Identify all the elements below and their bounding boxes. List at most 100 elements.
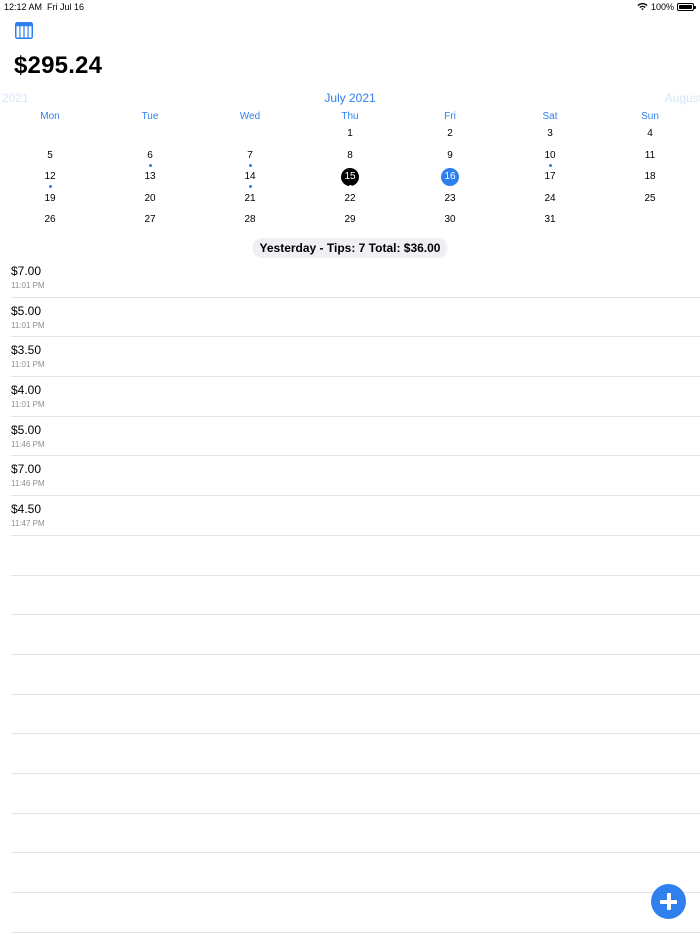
status-date: Fri Jul 16	[47, 2, 85, 12]
calendar-day[interactable]: 27	[100, 211, 200, 233]
calendar-day[interactable]: 13	[100, 168, 200, 190]
calendar-day[interactable]: 28	[200, 211, 300, 233]
calendar-day[interactable]: 18	[600, 168, 700, 190]
month-header: 2021 July 2021 August	[0, 91, 700, 105]
battery-percent: 100%	[650, 2, 674, 12]
calendar-day[interactable]: 10	[500, 147, 600, 169]
balance-total: $295.24	[14, 52, 103, 79]
tip-amount: $5.00	[11, 422, 42, 437]
day-number: 21	[244, 192, 256, 204]
day-number: 27	[144, 214, 156, 225]
calendar-week: 12 13 14 15 16 17 18	[0, 168, 700, 190]
tip-indicator-dot	[548, 163, 552, 167]
calendar-day[interactable]: 22	[300, 190, 400, 212]
day-number: 7	[247, 149, 253, 161]
day-number: 29	[344, 214, 356, 225]
day-number: 12	[44, 171, 56, 182]
day-number: 16	[441, 168, 459, 186]
calendar-day[interactable]: 20	[100, 190, 200, 212]
empty-row	[11, 576, 700, 616]
wifi-icon	[637, 3, 648, 11]
tip-time: 11:01 PM	[11, 400, 45, 410]
calendar-day[interactable]: 29	[300, 211, 400, 233]
weekday-label: Thu	[341, 111, 359, 122]
empty-row	[11, 734, 700, 774]
calendar-day[interactable]: 9	[400, 147, 500, 169]
day-number: 14	[244, 171, 256, 182]
empty-row	[11, 774, 700, 814]
weekday-label: Sat	[542, 111, 558, 122]
month-prev[interactable]: 2021	[2, 91, 29, 105]
calendar-week: 26 27 28 29 30 31	[0, 211, 700, 233]
day-number: 20	[144, 192, 156, 204]
calendar-day[interactable]: 16	[400, 168, 500, 190]
tip-row[interactable]: $3.50 11:01 PM	[11, 337, 700, 378]
calendar-empty-cell	[200, 125, 300, 147]
calendar-day[interactable]: 19	[0, 190, 100, 212]
calendar-day[interactable]: 7	[200, 147, 300, 169]
calendar-day[interactable]: 15	[300, 168, 400, 190]
calendar-day[interactable]: 26	[0, 211, 100, 233]
day-number: 1	[347, 128, 353, 139]
weekday-label: Tue	[141, 111, 159, 122]
tip-row[interactable]: $7.00 11:01 PM	[11, 258, 700, 298]
tip-row[interactable]: $7.00 11:46 PM	[11, 456, 700, 497]
calendar-day[interactable]: 1	[300, 125, 400, 147]
calendar-week: 5 6 7 8 9 10 11	[0, 147, 700, 169]
calendar-day[interactable]: 5	[0, 147, 100, 169]
calendar-day[interactable]: 4	[600, 125, 700, 147]
calendar-day[interactable]: 8	[300, 147, 400, 169]
day-number: 2	[447, 128, 453, 139]
weekday-row: Mon Tue Wed Thu Fri Sat Sun	[0, 111, 700, 122]
empty-row	[11, 655, 700, 695]
day-number: 25	[644, 192, 656, 204]
status-time: 12:12 AM	[4, 2, 43, 12]
calendar-icon[interactable]	[15, 22, 33, 39]
calendar-day[interactable]: 6	[100, 147, 200, 169]
day-number: 3	[547, 128, 553, 139]
day-number: 24	[544, 192, 556, 204]
calendar-day[interactable]: 21	[200, 190, 300, 212]
month-next[interactable]: August	[665, 91, 700, 105]
calendar-day[interactable]: 23	[400, 190, 500, 212]
tip-time: 11:01 PM	[11, 320, 45, 330]
calendar-day[interactable]: 30	[400, 211, 500, 233]
day-number: 19	[44, 192, 56, 204]
calendar-day[interactable]: 11	[600, 147, 700, 169]
tip-time: 11:46 PM	[11, 439, 45, 449]
tip-row[interactable]: $4.00 11:01 PM	[11, 377, 700, 417]
tip-amount: $5.00	[11, 303, 42, 318]
calendar-week: 19 20 21 22 23 24 25	[0, 190, 700, 212]
add-tip-button[interactable]	[651, 884, 686, 919]
month-current: July 2021	[324, 91, 376, 105]
day-number: 22	[344, 192, 356, 204]
calendar-day[interactable]: 17	[500, 168, 600, 190]
calendar-day[interactable]: 24	[500, 190, 600, 212]
day-number: 30	[444, 214, 456, 225]
tip-indicator-dot	[48, 185, 52, 188]
calendar-empty-cell	[600, 211, 700, 233]
tip-row[interactable]: $4.50 11:47 PM	[11, 496, 700, 536]
empty-row	[11, 536, 700, 576]
tips-list: $7.00 11:01 PM $5.00 11:01 PM $3.50 11:01 PM $…	[11, 258, 700, 933]
day-number: 15	[341, 168, 359, 186]
tip-indicator-dot	[148, 163, 152, 167]
day-number: 9	[447, 149, 453, 161]
calendar-day[interactable]: 25	[600, 190, 700, 212]
calendar-day[interactable]: 2	[400, 125, 500, 147]
calendar-day[interactable]: 3	[500, 125, 600, 147]
day-number: 10	[544, 149, 556, 161]
tip-row[interactable]: $5.00 11:46 PM	[11, 417, 700, 457]
battery-icon	[677, 3, 696, 11]
calendar-day[interactable]: 14	[200, 168, 300, 190]
calendar-day[interactable]: 12	[0, 168, 100, 190]
weekday-label: Sun	[641, 111, 659, 122]
day-summary: Yesterday - Tips: 7 Total: $36.00	[252, 238, 448, 258]
tip-row[interactable]: $5.00 11:01 PM	[11, 298, 700, 338]
day-number: 13	[144, 171, 156, 182]
tip-amount: $4.00	[11, 383, 42, 398]
calendar-grid: 1 2 3 4 5 6 7 8 9 10 11 12 13 14 15 16 17 18 19 20 21 22 23 24 2…	[0, 125, 700, 233]
day-number: 5	[47, 149, 53, 161]
calendar-empty-cell	[100, 125, 200, 147]
calendar-day[interactable]: 31	[500, 211, 600, 233]
